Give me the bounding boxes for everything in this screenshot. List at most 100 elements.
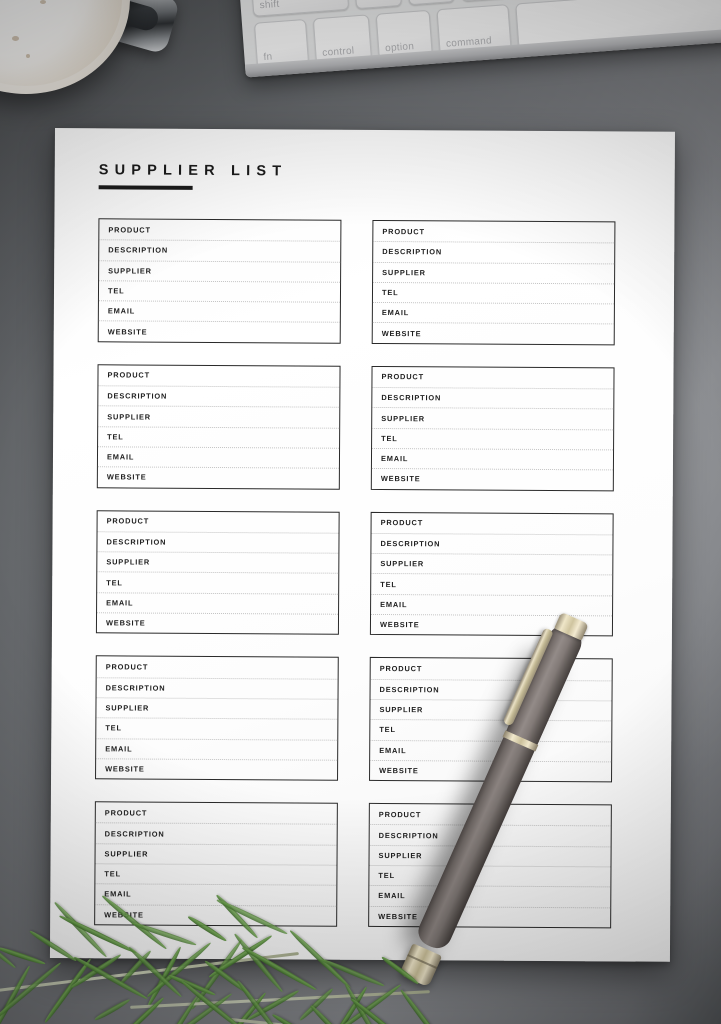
field-row-email[interactable]: EMAIL [98, 300, 340, 323]
field-row-website[interactable]: WEBSITE [96, 612, 339, 635]
field-row-description[interactable]: DESCRIPTION [97, 531, 339, 553]
field-label: PRODUCT [378, 809, 422, 820]
field-label: SUPPLIER [105, 703, 150, 713]
field-row-tel[interactable]: TEL [97, 571, 339, 594]
field-label: PRODUCT [104, 808, 148, 818]
field-row-tel[interactable]: TEL [98, 425, 340, 448]
field-row-supplier[interactable]: SUPPLIER [99, 259, 341, 282]
field-row-website[interactable]: WEBSITE [371, 468, 613, 490]
field-label: DESCRIPTION [380, 538, 441, 549]
field-row-supplier[interactable]: SUPPLIER [98, 405, 340, 428]
field-row-product[interactable]: PRODUCT [98, 365, 339, 387]
field-label: PRODUCT [105, 662, 149, 672]
field-row-description[interactable]: DESCRIPTION [373, 241, 615, 264]
rosemary-sprig [0, 880, 460, 1024]
field-label: WEBSITE [107, 326, 148, 337]
field-row-email[interactable]: EMAIL [96, 737, 338, 760]
field-row-description[interactable]: DESCRIPTION [372, 387, 614, 409]
field-row-website[interactable]: WEBSITE [372, 322, 614, 345]
key-shift[interactable]: shift [250, 0, 350, 17]
field-label: TEL [381, 433, 398, 443]
supplier-card: PRODUCT DESCRIPTION SUPPLIER TEL EMAIL WEBSIT… [97, 218, 342, 344]
field-row-supplier[interactable]: SUPPLIER [369, 844, 611, 867]
field-row-product[interactable]: PRODUCT [97, 657, 338, 679]
field-label: SUPPLIER [380, 559, 425, 569]
key-z[interactable]: Z [352, 0, 403, 10]
rosemary-needle [42, 957, 93, 1024]
supplier-card: PRODUCT DESCRIPTION SUPPLIER TEL EMAIL WEBSIT… [96, 364, 341, 490]
field-label: TEL [105, 723, 122, 733]
field-label: PRODUCT [382, 226, 425, 236]
field-label: EMAIL [380, 454, 409, 464]
field-label: SUPPLIER [378, 850, 423, 861]
field-row-tel[interactable]: TEL [372, 281, 615, 304]
field-row-supplier[interactable]: SUPPLIER [95, 842, 337, 865]
key-c[interactable]: C [458, 0, 508, 2]
field-label: DESCRIPTION [381, 393, 442, 403]
field-row-email[interactable]: EMAIL [370, 739, 612, 762]
field-row-tel[interactable]: TEL [372, 427, 614, 450]
field-row-email[interactable]: EMAIL [371, 593, 613, 616]
field-label: TEL [378, 871, 395, 881]
coffee-fleck [12, 36, 19, 41]
coffee-cup [0, 0, 130, 94]
field-row-website[interactable]: WEBSITE [97, 466, 339, 489]
field-row-product[interactable]: PRODUCT [96, 802, 337, 824]
field-row-description[interactable]: DESCRIPTION [370, 678, 612, 701]
coffee-crema [0, 0, 122, 86]
field-row-description[interactable]: DESCRIPTION [96, 676, 338, 699]
field-label: SUPPLIER [381, 413, 426, 423]
field-row-email[interactable]: EMAIL [371, 447, 614, 470]
field-row-description[interactable]: DESCRIPTION [99, 239, 341, 262]
field-label: SUPPLIER [104, 849, 149, 859]
field-row-supplier[interactable]: SUPPLIER [372, 407, 614, 430]
field-row-tel[interactable]: TEL [370, 719, 612, 741]
field-label: DESCRIPTION [107, 391, 168, 401]
field-label: TEL [380, 579, 397, 589]
field-row-website[interactable]: WEBSITE [98, 320, 340, 343]
field-row-product[interactable]: PRODUCT [98, 511, 339, 533]
field-label: TEL [379, 725, 396, 735]
field-label: SUPPLIER [107, 411, 152, 422]
supplier-card: PRODUCT DESCRIPTION SUPPLIER TEL EMAIL WEBSIT… [95, 655, 339, 781]
field-label: TEL [107, 432, 124, 442]
field-row-description[interactable]: DESCRIPTION [95, 822, 337, 845]
field-row-description[interactable]: DESCRIPTION [369, 824, 611, 847]
field-row-supplier[interactable]: SUPPLIER [96, 697, 338, 719]
field-row-tel[interactable]: TEL [96, 717, 338, 740]
field-row-website[interactable]: WEBSITE [370, 759, 612, 782]
field-row-description[interactable]: DESCRIPTION [98, 385, 340, 408]
field-row-product[interactable]: PRODUCT [370, 804, 611, 826]
key-x[interactable]: X [405, 0, 455, 6]
field-row-tel[interactable]: TEL [98, 280, 341, 302]
field-row-supplier[interactable]: SUPPLIER [97, 551, 339, 574]
rosemary-needle [0, 965, 33, 1024]
field-label: WEBSITE [106, 472, 147, 482]
supplier-card: PRODUCT DESCRIPTION SUPPLIER TEL EMAIL WEBSIT… [95, 509, 340, 636]
supplier-cards-grid: PRODUCT DESCRIPTION SUPPLIER TEL EMAIL WEBSIT… [94, 218, 630, 929]
field-label: EMAIL [105, 743, 133, 754]
field-row-product[interactable]: PRODUCT [99, 219, 340, 241]
field-label: EMAIL [107, 306, 136, 316]
rosemary-needle [320, 957, 385, 989]
field-row-website[interactable]: WEBSITE [370, 613, 613, 636]
field-row-supplier[interactable]: SUPPLIER [373, 261, 615, 284]
field-row-tel[interactable]: TEL [371, 573, 613, 596]
field-row-product[interactable]: PRODUCT [371, 658, 612, 680]
field-label: EMAIL [381, 308, 410, 318]
field-label: WEBSITE [380, 474, 421, 484]
field-row-description[interactable]: DESCRIPTION [371, 532, 613, 555]
supplier-card: PRODUCT DESCRIPTION SUPPLIER TEL EMAIL WEBSIT… [371, 219, 616, 346]
field-row-email[interactable]: EMAIL [97, 592, 339, 614]
supplier-card: PRODUCT DESCRIPTION SUPPLIER TEL EMAIL WEBSIT… [369, 657, 613, 783]
field-row-supplier[interactable]: SUPPLIER [371, 553, 613, 575]
field-label: TEL [381, 288, 399, 298]
field-row-website[interactable]: WEBSITE [96, 758, 338, 780]
field-row-email[interactable]: EMAIL [97, 446, 340, 469]
field-row-product[interactable]: PRODUCT [372, 367, 613, 389]
field-row-supplier[interactable]: SUPPLIER [370, 698, 612, 721]
field-row-email[interactable]: EMAIL [372, 302, 614, 324]
field-row-product[interactable]: PRODUCT [372, 513, 613, 535]
field-label: TEL [107, 286, 125, 296]
field-row-product[interactable]: PRODUCT [373, 221, 614, 243]
